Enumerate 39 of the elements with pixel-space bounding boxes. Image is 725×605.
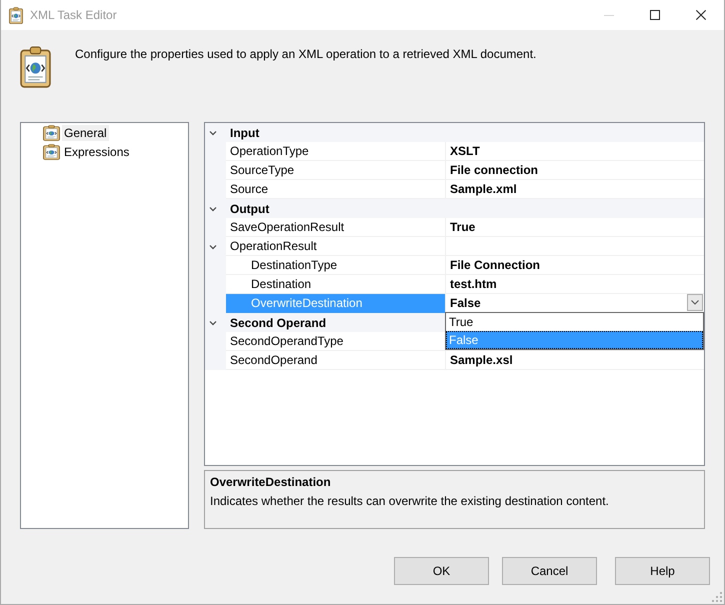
property-value: XSLT — [450, 144, 481, 158]
property-name[interactable]: SecondOperandType — [226, 332, 446, 351]
property-name[interactable]: SourceType — [226, 161, 446, 180]
property-value: False — [450, 296, 482, 310]
category-label: Input — [230, 126, 260, 140]
clipboard-icon — [20, 46, 51, 88]
clipboard-icon — [9, 6, 23, 24]
category-label: Second Operand — [230, 316, 326, 330]
property-value: True — [450, 220, 476, 234]
property-value: test.htm — [450, 277, 498, 291]
chevron-down-icon[interactable] — [209, 130, 217, 136]
window-title: XML Task Editor — [30, 8, 117, 22]
property-value: File Connection — [450, 258, 541, 272]
category-label: Output — [230, 202, 270, 216]
property-value: Sample.xsl — [450, 353, 514, 367]
size-grip-icon[interactable] — [712, 592, 722, 602]
chevron-down-icon[interactable] — [209, 320, 217, 326]
property-name[interactable]: SecondOperand — [226, 351, 446, 370]
property-name[interactable]: OperationType — [226, 142, 446, 161]
dialog-button[interactable]: Help — [615, 557, 710, 585]
header-description: Configure the properties used to apply an XML operation to a retrieved XML document. — [75, 47, 536, 61]
chevron-down-icon[interactable] — [209, 244, 217, 250]
property-value: File connection — [450, 163, 540, 177]
clipboard-icon — [43, 124, 60, 140]
dropdown-option[interactable]: True — [446, 313, 703, 331]
property-name[interactable]: SaveOperationResult — [226, 218, 446, 237]
description-text: Indicates whether the results can overwrite the existing destination content. — [210, 493, 610, 509]
clipboard-icon — [43, 144, 60, 160]
property-value: Sample.xml — [450, 182, 518, 196]
chevron-down-icon[interactable] — [209, 206, 217, 212]
tree-item[interactable]: Expressions — [62, 144, 132, 160]
close-icon[interactable] — [696, 10, 706, 20]
maximize-icon[interactable] — [650, 10, 660, 20]
description-title: OverwriteDestination — [210, 474, 332, 490]
tree-item[interactable]: General — [62, 124, 109, 140]
property-name[interactable]: DestinationType — [226, 256, 446, 275]
caret-down-icon — [691, 300, 699, 305]
property-name[interactable]: OperationResult — [226, 237, 446, 256]
dropdown-button[interactable] — [687, 294, 703, 311]
